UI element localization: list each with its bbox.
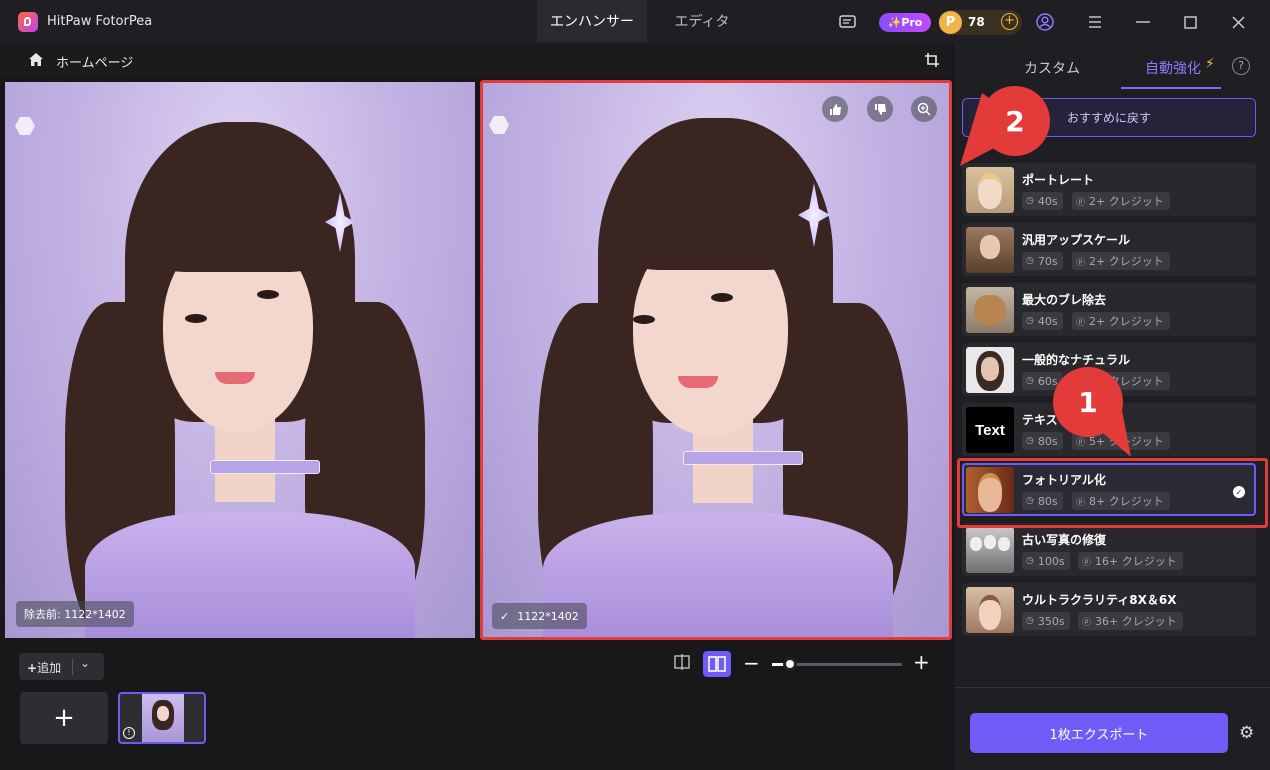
text-thumb-label: Text xyxy=(975,421,1005,439)
chevron-down-icon[interactable]: ⌄ xyxy=(80,656,90,670)
image-thumbnail[interactable]: ! xyxy=(118,692,206,744)
coin-icon: P xyxy=(939,11,962,34)
pro-badge[interactable]: ✨Pro xyxy=(879,13,931,32)
model-thumbnail xyxy=(966,227,1014,273)
model-general-upscale[interactable]: 汎用アップスケール ◷ 70s ⓟ 2+ クレジット xyxy=(962,223,1256,276)
maximize-icon[interactable] xyxy=(1180,12,1200,32)
model-old-photo-restore[interactable]: 古い写真の修復 ◷ 100s ⓟ 16+ クレジット xyxy=(962,523,1256,576)
gear-icon[interactable]: ⚙ xyxy=(1239,723,1254,743)
annotation-badge-1: 1 xyxy=(1053,367,1123,437)
export-button[interactable]: 1枚エクスポート xyxy=(970,713,1228,753)
model-thumbnail: Text xyxy=(966,407,1014,453)
add-text: 追加 xyxy=(37,661,62,675)
model-credits: ⓟ2+ クレジット xyxy=(1072,192,1170,210)
credit-icon: ⓟ xyxy=(1082,557,1092,568)
credit-icon: ⓟ xyxy=(1076,317,1086,328)
model-name: ウルトラクラリティ8X＆6X xyxy=(1022,593,1177,607)
clock-icon: ◷ xyxy=(1026,196,1034,206)
clock-icon: ◷ xyxy=(1026,616,1034,626)
help-icon[interactable]: ? xyxy=(1232,57,1250,75)
active-tab-indicator xyxy=(1121,87,1221,89)
model-time: ◷ 40s xyxy=(1022,312,1063,330)
model-name: 汎用アップスケール xyxy=(1022,233,1131,247)
before-size-label: 除去前: 1122*1402 xyxy=(16,601,134,627)
model-name: 一般的なナチュラル xyxy=(1022,353,1131,367)
credit-icon: ⓟ xyxy=(1076,197,1086,208)
after-image[interactable]: ✓ 1122*1402 xyxy=(480,80,952,640)
lightning-icon: ⚡ xyxy=(1205,56,1215,72)
annotation-badge-2: 2 xyxy=(980,86,1050,156)
model-name: 最大のブレ除去 xyxy=(1022,293,1107,307)
tab-auto-enhance[interactable]: 自動強化 xyxy=(1145,58,1201,78)
model-time: ◷ 100s xyxy=(1022,552,1070,570)
menu-icon[interactable] xyxy=(1085,12,1105,32)
home-link[interactable]: ホームページ xyxy=(56,52,133,71)
tab-enhancer[interactable]: エンハンサー xyxy=(537,0,647,42)
breadcrumb-bar xyxy=(0,44,952,78)
tab-editor[interactable]: エディタ xyxy=(647,0,757,42)
thumbs-up-icon[interactable] xyxy=(822,96,848,122)
model-time: ◷ 40s xyxy=(1022,192,1063,210)
clock-icon: ◷ xyxy=(1026,316,1034,326)
check-icon: ✓ xyxy=(500,609,510,623)
plus-icon: + xyxy=(27,661,38,675)
model-time: ◷ 350s xyxy=(1022,612,1070,630)
info-icon[interactable]: ! xyxy=(123,727,135,739)
add-label: +追加 xyxy=(27,659,61,676)
compare-view-icon[interactable] xyxy=(672,654,692,674)
model-max-deblur[interactable]: 最大のブレ除去 ◷ 40s ⓟ 2+ クレジット xyxy=(962,283,1256,336)
zoom-in-icon[interactable] xyxy=(911,96,937,122)
highlight-box xyxy=(957,458,1268,528)
zoom-slider-handle[interactable] xyxy=(783,657,797,671)
credit-count: 78 xyxy=(968,15,985,29)
add-divider xyxy=(72,659,73,675)
clock-icon: ◷ xyxy=(1026,376,1034,386)
clock-icon: ◷ xyxy=(1026,256,1034,266)
app-logo xyxy=(18,12,38,32)
home-icon[interactable] xyxy=(28,52,44,71)
model-credits: ⓟ 16+ クレジット xyxy=(1078,552,1183,570)
profile-icon[interactable] xyxy=(1035,12,1055,32)
model-thumbnail xyxy=(966,347,1014,393)
zoom-in-button[interactable]: + xyxy=(913,650,930,674)
minimize-icon[interactable] xyxy=(1133,12,1153,32)
credit-icon: ⓟ xyxy=(1082,617,1092,628)
add-image-tile[interactable]: + xyxy=(20,692,108,744)
chat-icon[interactable] xyxy=(837,12,857,32)
thumbs-down-icon[interactable] xyxy=(867,96,893,122)
tab-custom[interactable]: カスタム xyxy=(1024,58,1080,78)
before-image[interactable]: 除去前: 1122*1402 xyxy=(5,82,475,638)
crop-icon[interactable] xyxy=(924,52,940,72)
clock-icon: ◷ xyxy=(1026,436,1034,446)
after-size-text: 1122*1402 xyxy=(517,609,579,623)
close-icon[interactable] xyxy=(1228,12,1248,32)
model-credits: ⓟ2+ クレジット xyxy=(1072,252,1170,270)
model-ultra-clarity[interactable]: ウルトラクラリティ8X＆6X ◷ 350s ⓟ 36+ クレジット xyxy=(962,583,1256,636)
add-credits-icon[interactable]: + xyxy=(1001,13,1018,30)
model-name: 古い写真の修復 xyxy=(1022,533,1107,547)
model-thumbnail xyxy=(966,287,1014,333)
app-title: HitPaw FotorPea xyxy=(47,14,153,29)
model-credits: ⓟ2+ クレジット xyxy=(1072,312,1170,330)
model-time: ◷ 70s xyxy=(1022,252,1063,270)
model-credits: ⓟ 36+ クレジット xyxy=(1078,612,1183,630)
clock-icon: ◷ xyxy=(1026,556,1034,566)
panel-divider xyxy=(954,687,1270,688)
model-thumbnail xyxy=(966,527,1014,573)
model-thumbnail xyxy=(966,587,1014,633)
after-size-label: ✓ 1122*1402 xyxy=(492,603,587,629)
credit-icon: ⓟ xyxy=(1076,257,1086,268)
zoom-out-button[interactable]: − xyxy=(743,651,760,675)
split-view-button[interactable] xyxy=(703,651,731,677)
